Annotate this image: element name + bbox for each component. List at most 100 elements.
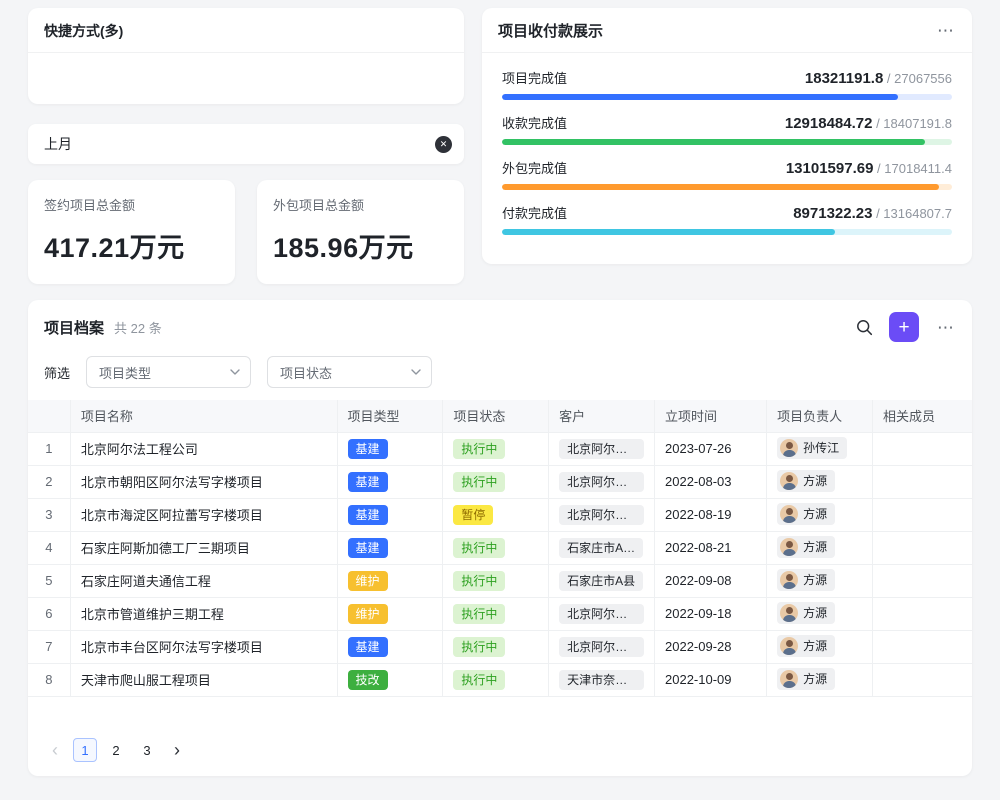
customer-badge: 石家庄市A…	[559, 538, 643, 558]
members-cell[interactable]	[873, 498, 973, 531]
column-header-type[interactable]: 项目类型	[337, 400, 443, 432]
project-type-cell[interactable]: 基建	[337, 432, 443, 465]
owner-cell[interactable]: 方源	[767, 498, 873, 531]
owner-cell[interactable]: 方源	[767, 630, 873, 663]
start-date-cell[interactable]: 2022-08-21	[655, 531, 767, 564]
search-button[interactable]	[856, 319, 873, 336]
project-status-cell[interactable]: 执行中	[443, 630, 549, 663]
members-cell[interactable]	[873, 597, 973, 630]
type-badge: 基建	[348, 637, 388, 657]
project-status-cell[interactable]: 执行中	[443, 432, 549, 465]
table-header-row: 项目名称 项目类型 项目状态 客户 立项时间 项目负责人 相关成员	[28, 400, 972, 432]
progress-bar	[502, 139, 952, 145]
page-button-3[interactable]: 3	[135, 738, 159, 762]
project-type-cell[interactable]: 基建	[337, 498, 443, 531]
add-button[interactable]: +	[889, 312, 919, 342]
table-row[interactable]: 5 石家庄阿道夫通信工程 维护 执行中 石家庄市A县 2022-09-08 方源	[28, 564, 972, 597]
members-cell[interactable]	[873, 432, 973, 465]
owner-cell[interactable]: 孙传江	[767, 432, 873, 465]
project-type-cell[interactable]: 基建	[337, 465, 443, 498]
more-icon[interactable]: ⋯	[935, 317, 956, 338]
project-name-cell[interactable]: 北京市海淀区阿拉蕾写字楼项目	[70, 498, 337, 531]
project-name-cell[interactable]: 北京市朝阳区阿尔法写字楼项目	[70, 465, 337, 498]
table-row[interactable]: 8 天津市爬山服工程项目 技改 执行中 天津市奈文… 2022-10-09 方源	[28, 663, 972, 696]
project-type-cell[interactable]: 维护	[337, 597, 443, 630]
column-header-name[interactable]: 项目名称	[70, 400, 337, 432]
metrics-list: 项目完成值 18321191.8 / 27067556 收款完成值 129184…	[482, 53, 972, 235]
filter-project-type-select[interactable]: 项目类型	[86, 356, 251, 388]
project-name-cell[interactable]: 北京市管道维护三期工程	[70, 597, 337, 630]
members-cell[interactable]	[873, 663, 973, 696]
project-type-cell[interactable]: 基建	[337, 531, 443, 564]
row-index: 5	[28, 564, 70, 597]
start-date-cell[interactable]: 2022-09-08	[655, 564, 767, 597]
project-type-cell[interactable]: 维护	[337, 564, 443, 597]
avatar	[780, 472, 798, 490]
column-header-customer[interactable]: 客户	[549, 400, 655, 432]
project-status-cell[interactable]: 执行中	[443, 465, 549, 498]
owner-cell[interactable]: 方源	[767, 663, 873, 696]
status-badge: 执行中	[453, 538, 505, 558]
owner-cell[interactable]: 方源	[767, 465, 873, 498]
project-name-cell[interactable]: 石家庄阿斯加德工厂三期项目	[70, 531, 337, 564]
start-date-cell[interactable]: 2022-09-18	[655, 597, 767, 630]
column-header-status[interactable]: 项目状态	[443, 400, 549, 432]
start-date-cell[interactable]: 2022-08-19	[655, 498, 767, 531]
stat-value: 417.21万元	[44, 226, 219, 265]
owner-cell[interactable]: 方源	[767, 531, 873, 564]
members-cell[interactable]	[873, 465, 973, 498]
project-status-cell[interactable]: 执行中	[443, 663, 549, 696]
members-cell[interactable]	[873, 630, 973, 663]
customer-cell[interactable]: 北京阿尔法…	[549, 432, 655, 465]
next-page-icon[interactable]: ›	[166, 738, 188, 762]
start-date-cell[interactable]: 2022-10-09	[655, 663, 767, 696]
owner-cell[interactable]: 方源	[767, 564, 873, 597]
owner-cell[interactable]: 方源	[767, 597, 873, 630]
metric-value: 8971322.23 / 13164807.7	[793, 205, 952, 222]
avatar	[780, 604, 798, 622]
column-header-members[interactable]: 相关成员	[873, 400, 973, 432]
metric-label: 外包完成值	[502, 158, 567, 177]
customer-cell[interactable]: 北京阿尔法…	[549, 498, 655, 531]
more-icon[interactable]: ⋯	[935, 20, 956, 41]
project-name-cell[interactable]: 北京市丰台区阿尔法写字楼项目	[70, 630, 337, 663]
project-type-cell[interactable]: 技改	[337, 663, 443, 696]
customer-cell[interactable]: 北京阿尔法…	[549, 630, 655, 663]
quick-filter-chip[interactable]: 上月 ✕	[28, 124, 464, 164]
page-button-1[interactable]: 1	[73, 738, 97, 762]
metric-value: 18321191.8 / 27067556	[805, 70, 952, 87]
customer-cell[interactable]: 石家庄市A县	[549, 564, 655, 597]
table-row[interactable]: 6 北京市管道维护三期工程 维护 执行中 北京阿尔法… 2022-09-18 方…	[28, 597, 972, 630]
project-name-cell[interactable]: 北京阿尔法工程公司	[70, 432, 337, 465]
members-cell[interactable]	[873, 564, 973, 597]
project-status-cell[interactable]: 执行中	[443, 597, 549, 630]
prev-page-icon[interactable]: ‹	[44, 738, 66, 762]
customer-cell[interactable]: 北京阿尔法…	[549, 465, 655, 498]
column-header-owner[interactable]: 项目负责人	[767, 400, 873, 432]
start-date-cell[interactable]: 2022-09-28	[655, 630, 767, 663]
project-name-cell[interactable]: 石家庄阿道夫通信工程	[70, 564, 337, 597]
start-date-cell[interactable]: 2022-08-03	[655, 465, 767, 498]
project-status-cell[interactable]: 执行中	[443, 564, 549, 597]
filter-project-status-select[interactable]: 项目状态	[267, 356, 432, 388]
start-date-cell[interactable]: 2023-07-26	[655, 432, 767, 465]
project-type-cell[interactable]: 基建	[337, 630, 443, 663]
table-row[interactable]: 7 北京市丰台区阿尔法写字楼项目 基建 执行中 北京阿尔法… 2022-09-2…	[28, 630, 972, 663]
table-row[interactable]: 1 北京阿尔法工程公司 基建 执行中 北京阿尔法… 2023-07-26 孙传江	[28, 432, 972, 465]
chevron-down-icon	[411, 369, 421, 375]
clear-filter-icon[interactable]: ✕	[435, 136, 452, 153]
project-name-cell[interactable]: 天津市爬山服工程项目	[70, 663, 337, 696]
table-row[interactable]: 2 北京市朝阳区阿尔法写字楼项目 基建 执行中 北京阿尔法… 2022-08-0…	[28, 465, 972, 498]
customer-cell[interactable]: 天津市奈文…	[549, 663, 655, 696]
members-cell[interactable]	[873, 531, 973, 564]
project-status-cell[interactable]: 执行中	[443, 531, 549, 564]
page-button-2[interactable]: 2	[104, 738, 128, 762]
table-row[interactable]: 4 石家庄阿斯加德工厂三期项目 基建 执行中 石家庄市A… 2022-08-21…	[28, 531, 972, 564]
project-status-cell[interactable]: 暂停	[443, 498, 549, 531]
progress-bar-fill	[502, 139, 925, 145]
table-row[interactable]: 3 北京市海淀区阿拉蕾写字楼项目 基建 暂停 北京阿尔法… 2022-08-19…	[28, 498, 972, 531]
customer-cell[interactable]: 北京阿尔法…	[549, 597, 655, 630]
table-body: 1 北京阿尔法工程公司 基建 执行中 北京阿尔法… 2023-07-26 孙传江…	[28, 432, 972, 696]
customer-cell[interactable]: 石家庄市A…	[549, 531, 655, 564]
column-header-date[interactable]: 立项时间	[655, 400, 767, 432]
